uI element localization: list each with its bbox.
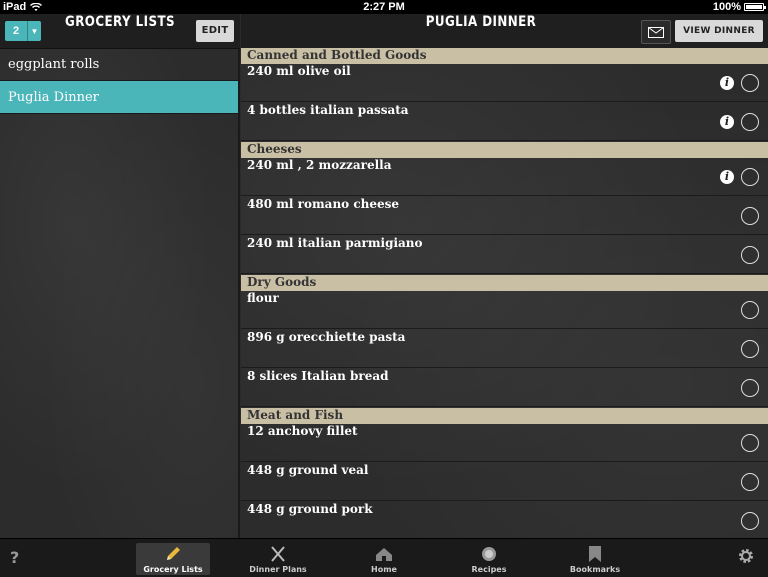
left-header: 2 ▼ GROCERY LISTS EDIT — [0, 14, 240, 49]
checkbox-circle[interactable] — [741, 207, 759, 225]
tab-bar: Grocery Lists Dinner Plans Home Recipes Book… — [0, 538, 768, 577]
ingredient-label: flour — [247, 291, 279, 305]
ingredient-row[interactable]: 896 g orecchiette pasta — [241, 330, 768, 368]
checkbox-circle[interactable] — [741, 340, 759, 358]
checkbox-circle[interactable] — [741, 512, 759, 530]
list-detail-panel: PUGLIA DINNER VIEW DINNER PLAN Canned an… — [241, 14, 768, 538]
checkbox-circle[interactable] — [741, 434, 759, 452]
home-icon — [376, 548, 392, 561]
ingredient-label: 240 ml olive oil — [247, 64, 351, 78]
ingredient-label: 240 ml , 2 mozzarella — [247, 158, 392, 172]
utensils-icon — [271, 546, 285, 562]
help-icon[interactable]: ? — [10, 548, 19, 567]
tab-label: Dinner Plans — [249, 565, 307, 574]
tab-label: Grocery Lists — [143, 565, 203, 574]
plate-icon — [482, 547, 496, 561]
checkbox-circle[interactable] — [741, 473, 759, 491]
checkbox-circle[interactable] — [741, 301, 759, 319]
section-header: Canned and Bottled Goods — [241, 48, 768, 64]
ingredient-row[interactable]: 240 ml italian parmigiano — [241, 236, 768, 274]
list-item[interactable]: Puglia Dinner — [0, 81, 238, 114]
ingredient-label: 480 ml romano cheese — [247, 197, 400, 211]
view-dinner-plan-button[interactable]: VIEW DINNER PLAN — [675, 20, 763, 58]
tab-label: Bookmarks — [569, 565, 621, 574]
chevron-down-icon: ▼ — [30, 26, 39, 36]
ingredient-label: 448 g ground veal — [247, 463, 369, 477]
checkbox-circle[interactable] — [741, 379, 759, 397]
panel-title: GROCERY LISTS — [65, 14, 175, 30]
gear-icon[interactable] — [737, 547, 755, 565]
tab-grocery-lists[interactable]: Grocery Lists — [136, 543, 210, 575]
battery-percent: 100% — [712, 1, 741, 13]
checkbox-circle[interactable] — [741, 246, 759, 264]
bookmark-icon — [589, 546, 601, 562]
ingredient-row[interactable]: 240 ml , 2 mozzarella i — [241, 158, 768, 196]
ingredient-row[interactable]: flour — [241, 291, 768, 329]
ingredient-row[interactable]: 448 g ground veal — [241, 463, 768, 501]
list-item[interactable]: eggplant rolls — [0, 48, 238, 81]
tab-recipes[interactable]: Recipes — [452, 543, 526, 575]
status-time: 2:27 PM — [363, 1, 405, 13]
list-title: PUGLIA DINNER — [425, 14, 537, 30]
ingredient-row[interactable]: 240 ml olive oil i — [241, 64, 768, 102]
ingredient-row[interactable]: 448 g ground pork — [241, 502, 768, 538]
ingredient-label: 12 anchovy fillet — [247, 424, 358, 438]
tab-home[interactable]: Home — [347, 543, 421, 575]
right-header: PUGLIA DINNER VIEW DINNER PLAN — [241, 14, 768, 58]
ingredient-label: 896 g orecchiette pasta — [247, 330, 406, 344]
battery-icon — [744, 3, 766, 11]
ingredient-row[interactable]: 8 slices Italian bread — [241, 369, 768, 407]
list-count-dropdown[interactable]: 2 ▼ — [5, 21, 41, 41]
grocery-lists-panel: 2 ▼ GROCERY LISTS EDIT eggplant rolls Pug… — [0, 14, 240, 538]
checkbox-circle[interactable] — [741, 113, 759, 131]
ingredient-row[interactable]: 12 anchovy fillet — [241, 424, 768, 462]
info-icon[interactable]: i — [720, 76, 734, 90]
tab-bookmarks[interactable]: Bookmarks — [558, 543, 632, 575]
tab-label: Home — [371, 565, 397, 574]
section-header: Meat and Fish — [241, 408, 768, 424]
tab-dinner-plans[interactable]: Dinner Plans — [241, 543, 315, 575]
section-header: Dry Goods — [241, 275, 768, 291]
pencil-icon — [167, 547, 180, 560]
info-icon[interactable]: i — [720, 170, 734, 184]
status-bar: iPad 2:27 PM 100% — [0, 0, 768, 14]
tab-label: Recipes — [471, 565, 507, 574]
email-button[interactable] — [641, 20, 671, 44]
edit-button[interactable]: EDIT — [196, 20, 234, 42]
ingredient-label: 8 slices Italian bread — [247, 369, 389, 383]
ingredient-row[interactable]: 480 ml romano cheese — [241, 197, 768, 235]
ingredient-label: 448 g ground pork — [247, 502, 373, 516]
mail-icon — [648, 26, 664, 38]
ingredient-label: 4 bottles italian passata — [247, 103, 409, 117]
section-header: Cheeses — [241, 142, 768, 158]
ingredient-label: 240 ml italian parmigiano — [247, 236, 423, 250]
info-icon[interactable]: i — [720, 115, 734, 129]
checkbox-circle[interactable] — [741, 74, 759, 92]
checkbox-circle[interactable] — [741, 168, 759, 186]
list-count: 2 — [5, 21, 28, 41]
ingredient-row[interactable]: 4 bottles italian passata i — [241, 103, 768, 141]
